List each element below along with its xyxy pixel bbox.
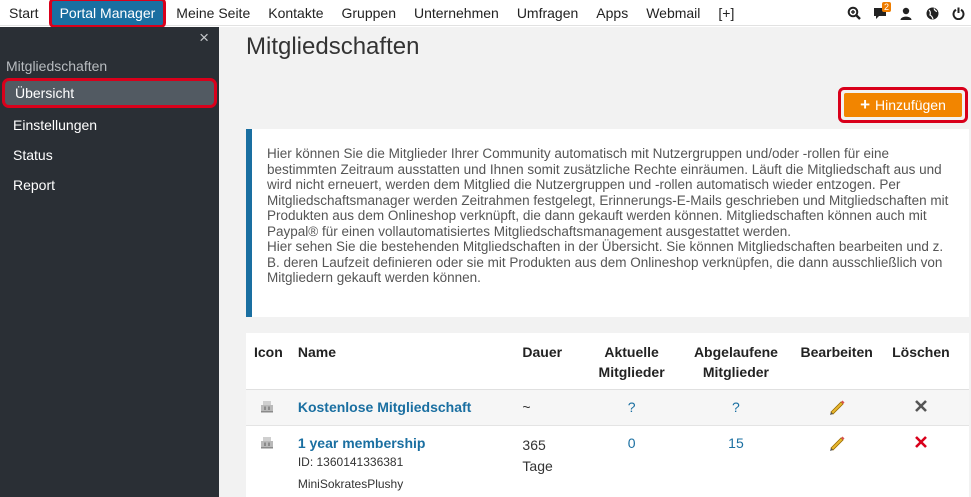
chat-icon[interactable]: 2 (867, 0, 893, 26)
add-button-label: Hinzufügen (875, 97, 946, 113)
nav-gruppen[interactable]: Gruppen (333, 0, 405, 26)
header-delete: Löschen (872, 333, 969, 390)
delete-icon[interactable] (914, 435, 928, 449)
row-name-cell: 1 year membership ID: 1360141336381 Mini… (290, 425, 515, 497)
membership-icon (261, 400, 273, 412)
sidebar-item-einstellungen[interactable]: Einstellungen (0, 110, 219, 140)
nav-kontakte[interactable]: Kontakte (259, 0, 332, 26)
row-current-cell: ? (591, 389, 672, 426)
search-plus-icon[interactable] (841, 0, 867, 26)
info-text-2: Hier sehen Sie die bestehenden Mitglieds… (267, 239, 944, 285)
nav-meine-seite[interactable]: Meine Seite (167, 0, 259, 26)
row-icon-cell (246, 389, 290, 426)
current-members-link[interactable]: ? (628, 399, 636, 415)
nav-webmail[interactable]: Webmail (637, 0, 709, 26)
nav-umfragen[interactable]: Umfragen (508, 0, 587, 26)
memberships-table-container: Icon Name Dauer Aktuelle Mitglieder Abge… (246, 333, 969, 497)
table-row: 1 year membership ID: 1360141336381 Mini… (246, 425, 969, 497)
sidebar: × Mitgliedschaften Übersicht Einstellung… (0, 27, 219, 497)
sidebar-item-report[interactable]: Report (0, 170, 219, 200)
membership-product: MiniSokratesPlushy (297, 476, 404, 491)
plus-icon: + (860, 95, 871, 114)
memberships-table: Icon Name Dauer Aktuelle Mitglieder Abge… (246, 333, 969, 497)
row-delete-cell (872, 389, 969, 426)
globe-icon[interactable] (919, 0, 945, 26)
expired-members-link[interactable]: ? (732, 399, 740, 415)
delete-icon[interactable] (914, 399, 928, 413)
message-count-badge: 2 (882, 2, 892, 12)
header-current-members: Aktuelle Mitglieder (591, 333, 672, 390)
close-icon[interactable]: × (199, 29, 209, 46)
top-navigation-bar: Start Portal Manager Meine Seite Kontakt… (0, 0, 971, 28)
nav-icon-group: 2 (841, 0, 971, 26)
page-title: Mitgliedschaften (246, 33, 420, 60)
header-expired-members: Abgelaufene Mitglieder (671, 333, 801, 390)
row-edit-cell (800, 389, 873, 426)
header-duration: Dauer (514, 333, 592, 390)
header-name: Name (289, 333, 515, 390)
table-header-row: Icon Name Dauer Aktuelle Mitglieder Abge… (246, 333, 969, 390)
nav-start[interactable]: Start (0, 0, 48, 26)
header-icon: Icon (246, 333, 290, 390)
row-expired-cell: 15 (671, 425, 800, 497)
row-name-cell: Kostenlose Mitgliedschaft (289, 389, 515, 426)
row-current-cell: 0 (592, 425, 672, 497)
membership-name-link[interactable]: 1 year membership (298, 435, 426, 451)
membership-name-link[interactable]: Kostenlose Mitgliedschaft (298, 399, 471, 415)
header-current-line2: Mitglieder (598, 364, 665, 380)
pencil-icon[interactable] (828, 435, 846, 451)
nav-more[interactable]: [+] (709, 0, 743, 26)
row-icon-cell (246, 425, 290, 497)
sidebar-item-status[interactable]: Status (0, 140, 219, 170)
header-edit: Bearbeiten (800, 333, 873, 390)
membership-id: ID: 1360141336381 (297, 454, 404, 469)
nav-apps[interactable]: Apps (587, 0, 637, 26)
header-expired-line2: Mitglieder (702, 364, 769, 380)
main-nav: Start Portal Manager Meine Seite Kontakt… (0, 0, 743, 28)
row-edit-cell (800, 425, 872, 497)
expired-members-link[interactable]: 15 (728, 435, 744, 451)
row-duration: ~ (514, 389, 592, 426)
table-row: Kostenlose Mitgliedschaft ~ ? ? (246, 389, 969, 426)
add-button-highlight: + Hinzufügen (838, 87, 968, 123)
current-members-link[interactable]: 0 (628, 435, 636, 451)
sidebar-header: Mitgliedschaften (6, 58, 108, 74)
pencil-icon[interactable] (828, 399, 846, 415)
row-duration: 365 Tage (514, 425, 591, 497)
add-membership-button[interactable]: + Hinzufügen (844, 93, 962, 117)
info-box: Hier können Sie die Mitglieder Ihrer Com… (246, 129, 969, 317)
nav-unternehmen[interactable]: Unternehmen (405, 0, 508, 26)
duration-unit: Tage (522, 457, 553, 474)
row-expired-cell: ? (671, 389, 801, 426)
power-icon[interactable] (945, 0, 971, 26)
user-icon[interactable] (893, 0, 919, 26)
main-content: Mitgliedschaften + Hinzufügen Hier könne… (219, 27, 971, 497)
header-current-line1: Aktuelle (604, 344, 659, 360)
info-text-1: Hier können Sie die Mitglieder Ihrer Com… (267, 146, 949, 239)
duration-value: 365 (522, 436, 546, 453)
nav-portal-manager[interactable]: Portal Manager (48, 0, 167, 28)
row-delete-cell (873, 425, 969, 497)
sidebar-item-uebersicht[interactable]: Übersicht (2, 78, 217, 108)
membership-icon (261, 436, 273, 448)
header-expired-line1: Abgelaufene (693, 344, 778, 360)
